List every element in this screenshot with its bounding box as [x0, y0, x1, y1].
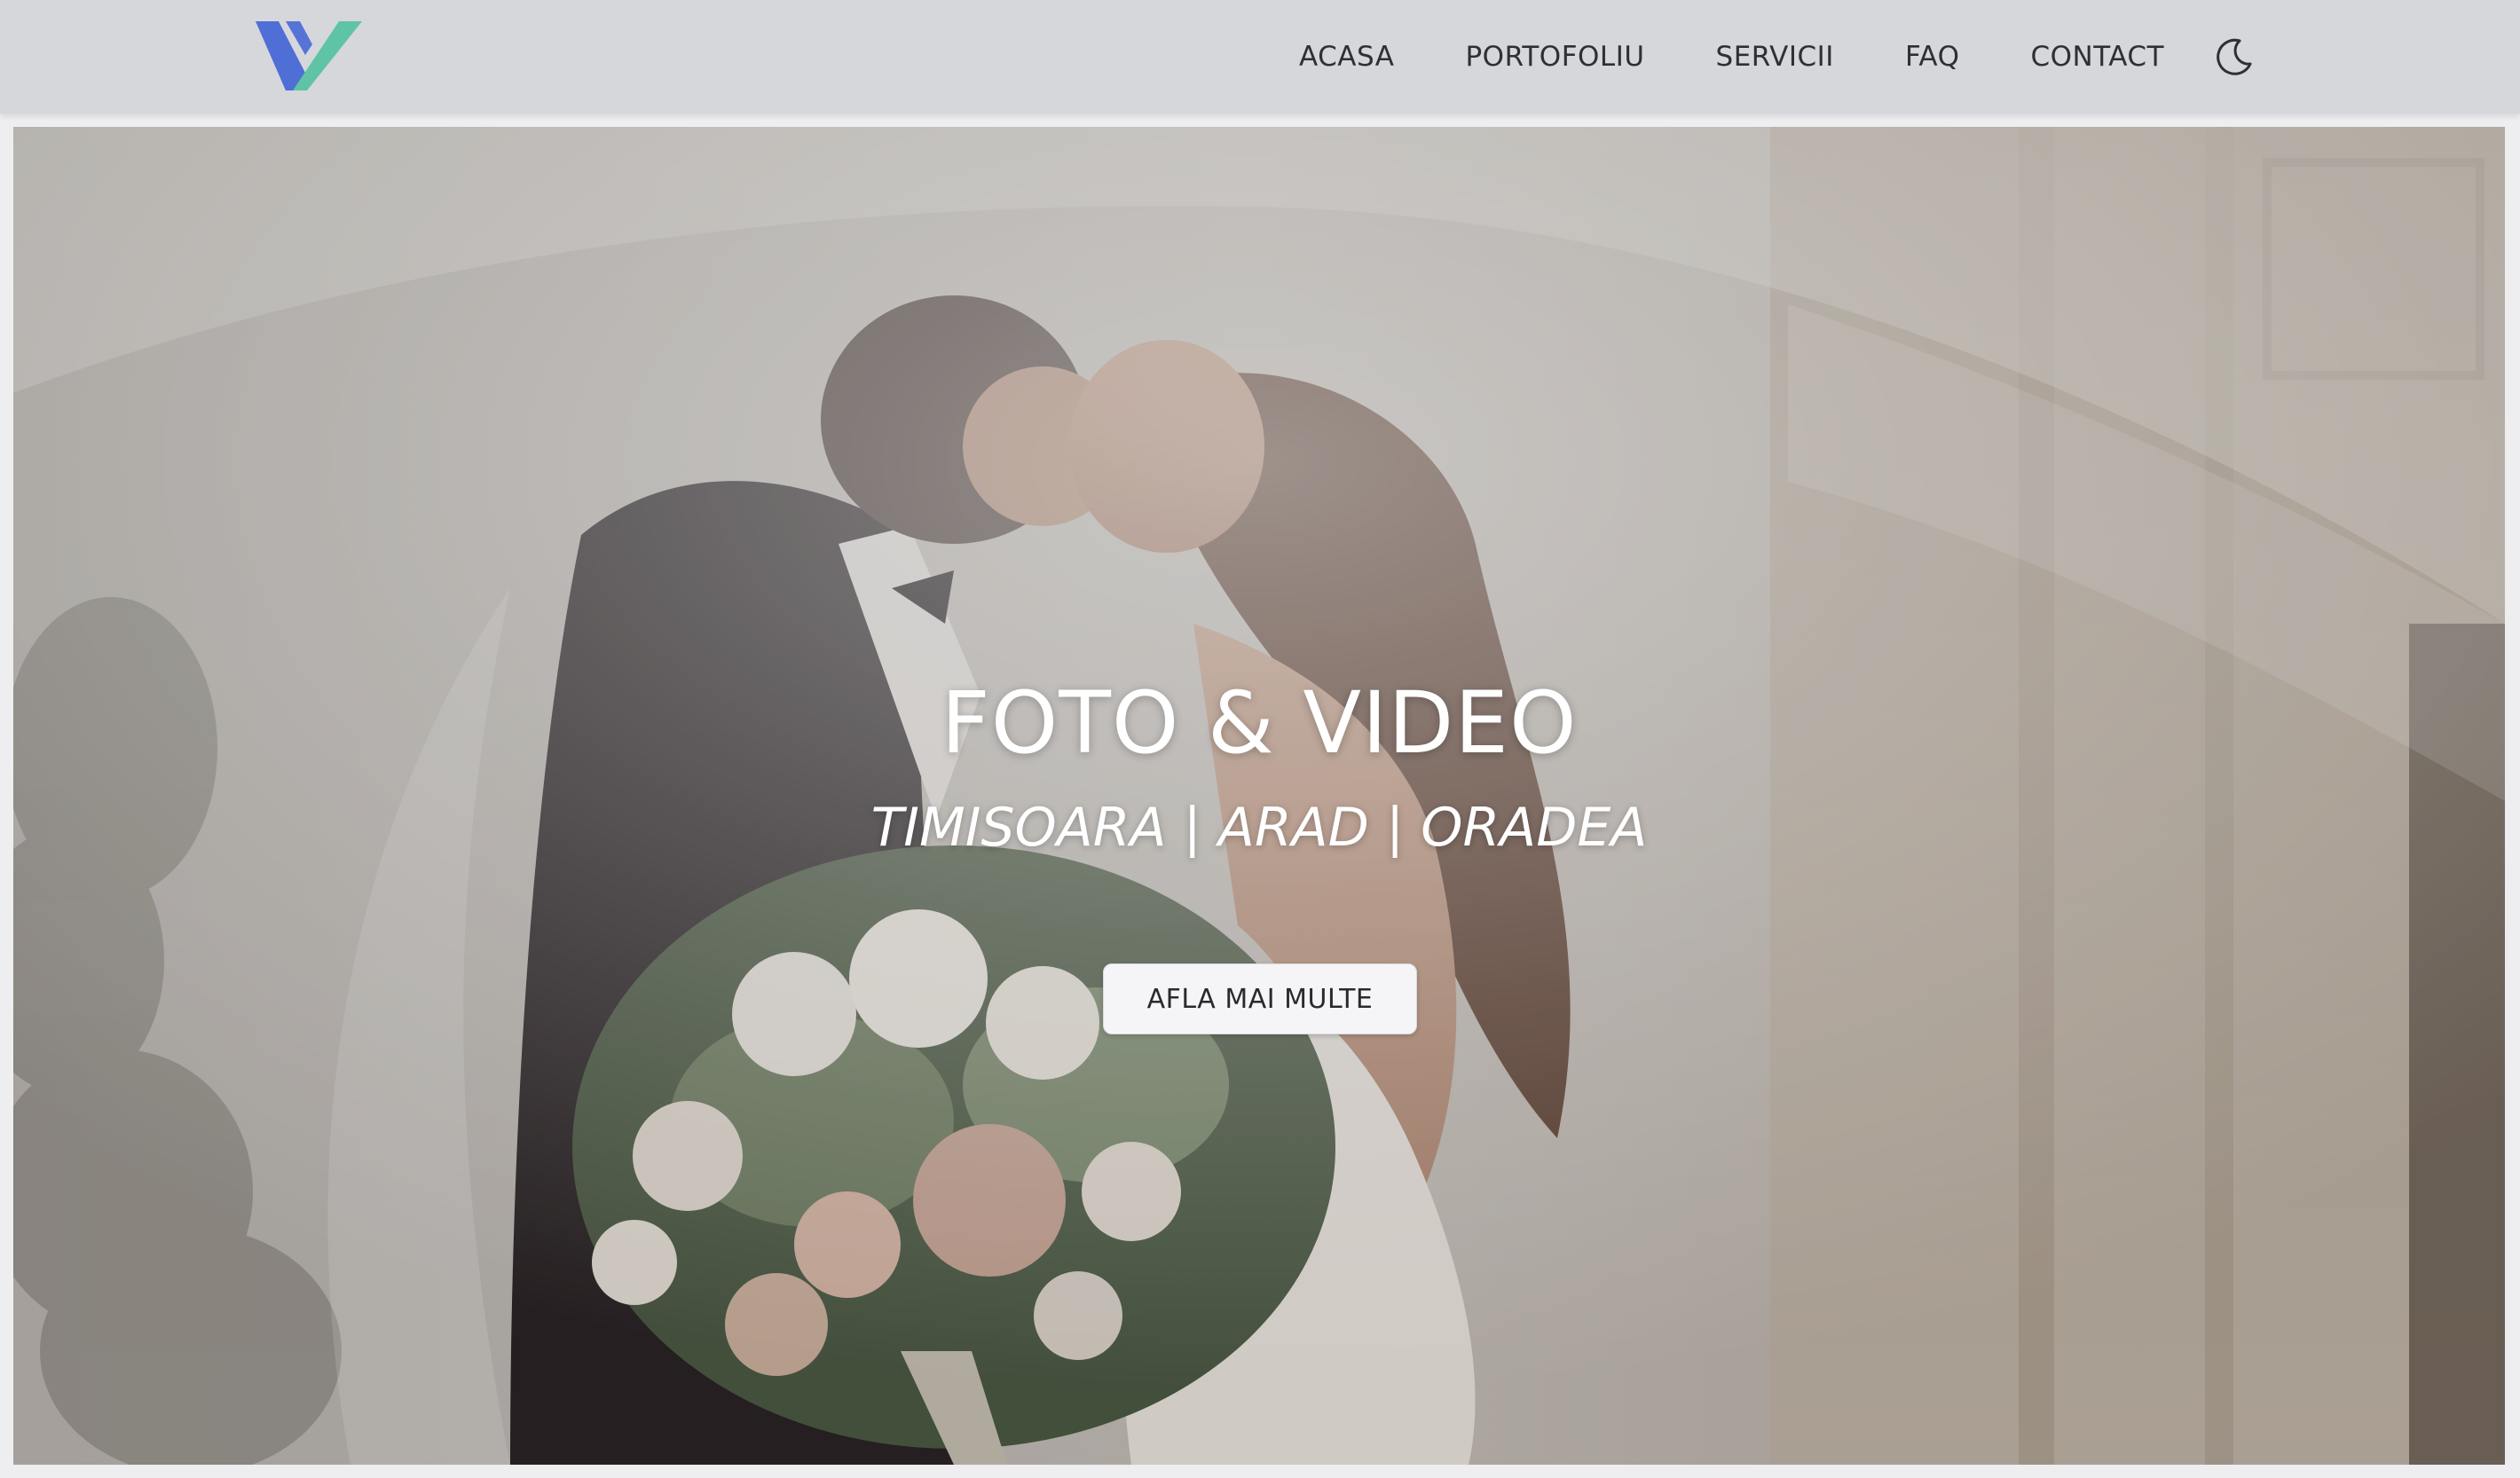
main-nav: ACASA PORTOFOLIU SERVICII FAQ CONTACT — [1299, 0, 2164, 114]
nav-link-contact[interactable]: CONTACT — [2031, 41, 2165, 73]
nav-link-servicii[interactable]: SERVICII — [1716, 41, 1834, 73]
v-logo-icon[interactable] — [254, 20, 364, 92]
hero-title: FOTO & VIDEO — [941, 673, 1578, 773]
moon-icon[interactable] — [2213, 35, 2256, 78]
hero-section: FOTO & VIDEO TIMISOARA | ARAD | ORADEA A… — [13, 127, 2505, 1465]
site-header: ACASA PORTOFOLIU SERVICII FAQ CONTACT — [0, 0, 2520, 114]
learn-more-button[interactable]: AFLA MAI MULTE — [1103, 963, 1417, 1034]
nav-link-acasa[interactable]: ACASA — [1299, 41, 1394, 73]
nav-link-faq[interactable]: FAQ — [1905, 41, 1960, 73]
hero-subtitle: TIMISOARA | ARAD | ORADEA — [870, 797, 1648, 859]
nav-link-portofoliu[interactable]: PORTOFOLIU — [1465, 41, 1644, 73]
